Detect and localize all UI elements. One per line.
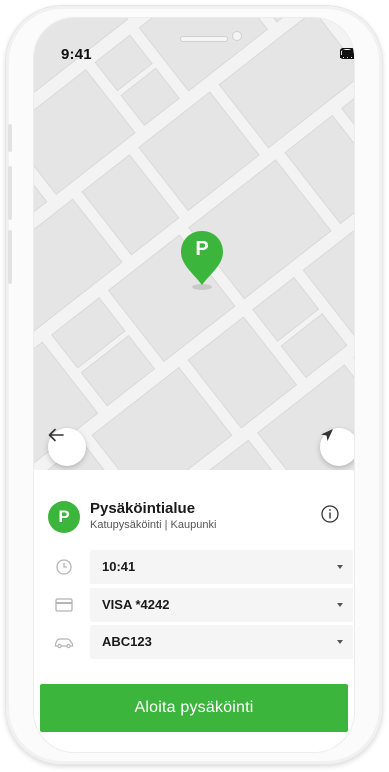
speaker-grille bbox=[180, 36, 228, 42]
zone-badge: P bbox=[48, 501, 80, 533]
mute-switch bbox=[8, 124, 12, 152]
status-time: 9:41 bbox=[61, 46, 92, 63]
battery-icon bbox=[340, 48, 354, 59]
back-button[interactable] bbox=[48, 428, 86, 466]
chevron-down-icon bbox=[337, 640, 343, 644]
front-camera bbox=[232, 31, 242, 41]
payment-row: VISA *4242 bbox=[48, 588, 354, 622]
pin-label: P bbox=[195, 238, 209, 260]
time-row: 10:41 bbox=[48, 550, 354, 584]
zone-title: Pysäköintialue bbox=[90, 500, 196, 517]
start-parking-button[interactable]: Aloita pysäköinti bbox=[40, 684, 348, 732]
zone-header: P Pysäköintialue Katupysäköinti | Kaupun… bbox=[48, 498, 344, 534]
vehicle-row: ABC123 bbox=[48, 625, 354, 659]
credit-card-icon bbox=[55, 598, 73, 612]
vehicle-value: ABC123 bbox=[102, 634, 152, 649]
time-select[interactable]: 10:41 bbox=[90, 550, 353, 584]
zone-subtitle: Katupysäköinti | Kaupunki bbox=[90, 519, 217, 531]
time-value: 10:41 bbox=[102, 559, 136, 574]
chevron-down-icon bbox=[337, 603, 343, 607]
payment-value: VISA *4242 bbox=[102, 597, 170, 612]
info-icon bbox=[321, 505, 339, 523]
chevron-down-icon bbox=[337, 565, 343, 569]
volume-up-button bbox=[8, 166, 12, 220]
info-button[interactable] bbox=[320, 504, 340, 524]
parking-details-sheet: P Pysäköintialue Katupysäköinti | Kaupun… bbox=[34, 470, 354, 752]
payment-select[interactable]: VISA *4242 bbox=[90, 588, 353, 622]
clock-icon bbox=[56, 559, 72, 575]
car-icon bbox=[54, 638, 74, 649]
locate-me-button[interactable] bbox=[320, 428, 354, 466]
arrow-left-icon bbox=[48, 428, 64, 442]
phone-screen: 9:41 P P Pysäköintialue Katupysäköinti |… bbox=[34, 18, 354, 752]
parking-pin[interactable]: P bbox=[179, 229, 225, 291]
vehicle-select[interactable]: ABC123 bbox=[90, 625, 353, 659]
navigation-arrow-icon bbox=[321, 429, 333, 441]
map-view[interactable]: 9:41 P bbox=[34, 18, 354, 470]
volume-down-button bbox=[8, 230, 12, 284]
